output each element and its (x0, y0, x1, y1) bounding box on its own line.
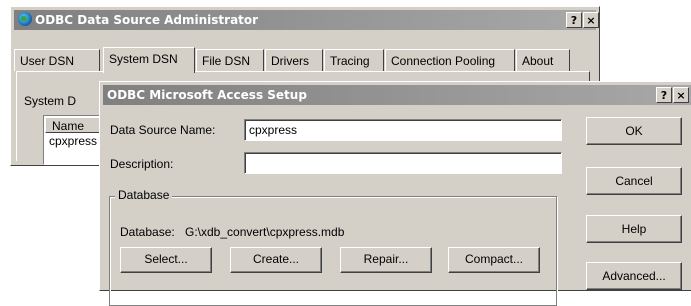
database-group-label: Database (115, 188, 173, 202)
odbc-globe-icon (18, 12, 32, 26)
cancel-button[interactable]: Cancel (586, 167, 682, 195)
setup-help-button[interactable]: ? (656, 87, 672, 103)
admin-title-bar[interactable]: ODBC Data Source Administrator (14, 10, 596, 30)
tab-system-dsn[interactable]: System DSN (103, 47, 195, 73)
help-button[interactable]: Help (586, 215, 682, 243)
description-field[interactable] (244, 152, 562, 174)
database-path-value: G:\xdb_convert\cpxpress.mdb (185, 225, 345, 239)
create-button[interactable]: Create... (230, 247, 322, 273)
compact-button[interactable]: Compact... (448, 247, 540, 273)
setup-title-bar[interactable]: ODBC Microsoft Access Setup (103, 85, 691, 105)
data-source-name-field[interactable]: cpxpress (244, 119, 562, 141)
repair-button[interactable]: Repair... (340, 247, 432, 273)
tab-connection-pooling[interactable]: Connection Pooling (385, 49, 515, 71)
description-label: Description: (110, 157, 174, 171)
tab-about[interactable]: About (516, 49, 570, 71)
advanced-button[interactable]: Advanced... (586, 262, 682, 290)
database-path-label: Database: (120, 225, 175, 239)
access-setup-dialog: ODBC Microsoft Access Setup ? × Data Sou… (99, 81, 691, 306)
tab-tracing[interactable]: Tracing (324, 49, 384, 71)
select-button[interactable]: Select... (120, 247, 212, 273)
admin-close-button[interactable]: × (583, 12, 599, 28)
list-item[interactable]: cpxpress (49, 134, 97, 148)
data-source-name-label: Data Source Name: (110, 123, 216, 137)
tab-file-dsn[interactable]: File DSN (196, 49, 264, 71)
admin-help-button[interactable]: ? (566, 12, 582, 28)
tab-drivers[interactable]: Drivers (265, 49, 323, 71)
ok-button[interactable]: OK (586, 117, 682, 145)
setup-close-button[interactable]: × (673, 87, 689, 103)
setup-dialog-title: ODBC Microsoft Access Setup (107, 88, 307, 102)
admin-window-title: ODBC Data Source Administrator (35, 13, 259, 27)
system-data-sources-label: System D (24, 94, 77, 108)
tab-user-dsn[interactable]: User DSN (14, 49, 100, 71)
